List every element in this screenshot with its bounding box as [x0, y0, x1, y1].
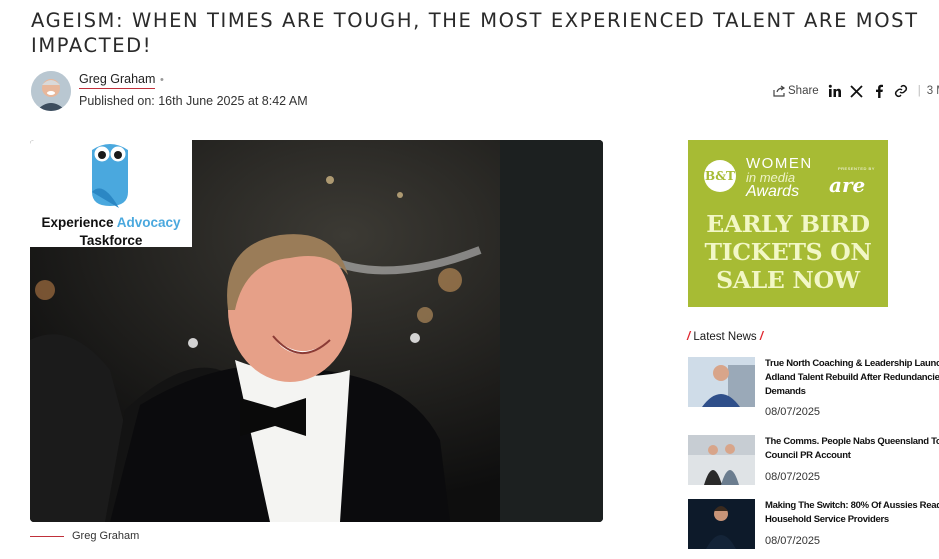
linkedin-icon[interactable]	[828, 84, 842, 98]
separator-dot: •	[160, 74, 164, 86]
latest-news-heading: / Latest News /	[687, 331, 764, 343]
news-date: 08/07/2025	[765, 471, 821, 483]
news-title[interactable]: True North Coaching & Leadership Launche…	[765, 357, 939, 399]
news-thumbnail[interactable]	[688, 357, 755, 407]
ad-line-1: EARLY BIRD	[706, 210, 870, 238]
article-title: AGEISM: WHEN TIMES ARE TOUGH, THE MOST E…	[31, 9, 919, 57]
x-icon[interactable]	[850, 84, 864, 98]
news-thumbnail[interactable]	[688, 435, 755, 485]
caption-rule	[30, 536, 64, 537]
image-caption: Greg Graham	[72, 530, 140, 542]
women-in-media-ad-banner[interactable]: B&T WOMEN in media Awards PRESENTED BY a…	[688, 140, 888, 307]
news-item[interactable]: The Comms. People Nabs Queensland Touris…	[688, 435, 939, 495]
news-date: 08/07/2025	[765, 535, 821, 547]
presented-by-label: PRESENTED BY	[838, 166, 875, 171]
share-label[interactable]: Share	[788, 85, 819, 97]
news-thumbnail[interactable]	[688, 499, 755, 549]
badge-line-2: Taskforce	[79, 233, 143, 248]
sponsor-logo: are	[829, 173, 866, 197]
news-title[interactable]: Making The Switch: 80% Of Aussies Ready …	[765, 499, 939, 527]
ad-line-2: TICKETS ON	[704, 238, 872, 266]
news-item[interactable]: Making The Switch: 80% Of Aussies Ready …	[688, 499, 939, 559]
share-bar: Share | 3 Mi	[773, 83, 939, 99]
published-date: Published on: 16th June 2025 at 8:42 AM	[79, 94, 308, 108]
women-in-media-wordmark: WOMEN in media Awards	[746, 155, 813, 200]
experience-advocacy-badge: Experience Advocacy Taskforce	[30, 140, 192, 248]
link-icon[interactable]	[894, 84, 908, 98]
news-title[interactable]: The Comms. People Nabs Queensland Touris…	[765, 435, 939, 463]
author-name-link[interactable]: Greg Graham	[79, 72, 156, 89]
news-date: 08/07/2025	[765, 406, 821, 418]
news-item[interactable]: True North Coaching & Leadership Launche…	[688, 357, 939, 418]
badge-line-1: Experience Advocacy	[41, 215, 181, 230]
ad-line-3: SALE NOW	[716, 266, 860, 294]
owl-icon	[92, 144, 128, 208]
author-avatar[interactable]	[31, 71, 71, 111]
read-time: 3 Mi	[926, 85, 939, 97]
facebook-icon[interactable]	[872, 84, 886, 98]
share-separator: |	[917, 85, 921, 97]
bt-logo: B&T	[704, 160, 736, 192]
share-icon[interactable]	[773, 85, 786, 97]
